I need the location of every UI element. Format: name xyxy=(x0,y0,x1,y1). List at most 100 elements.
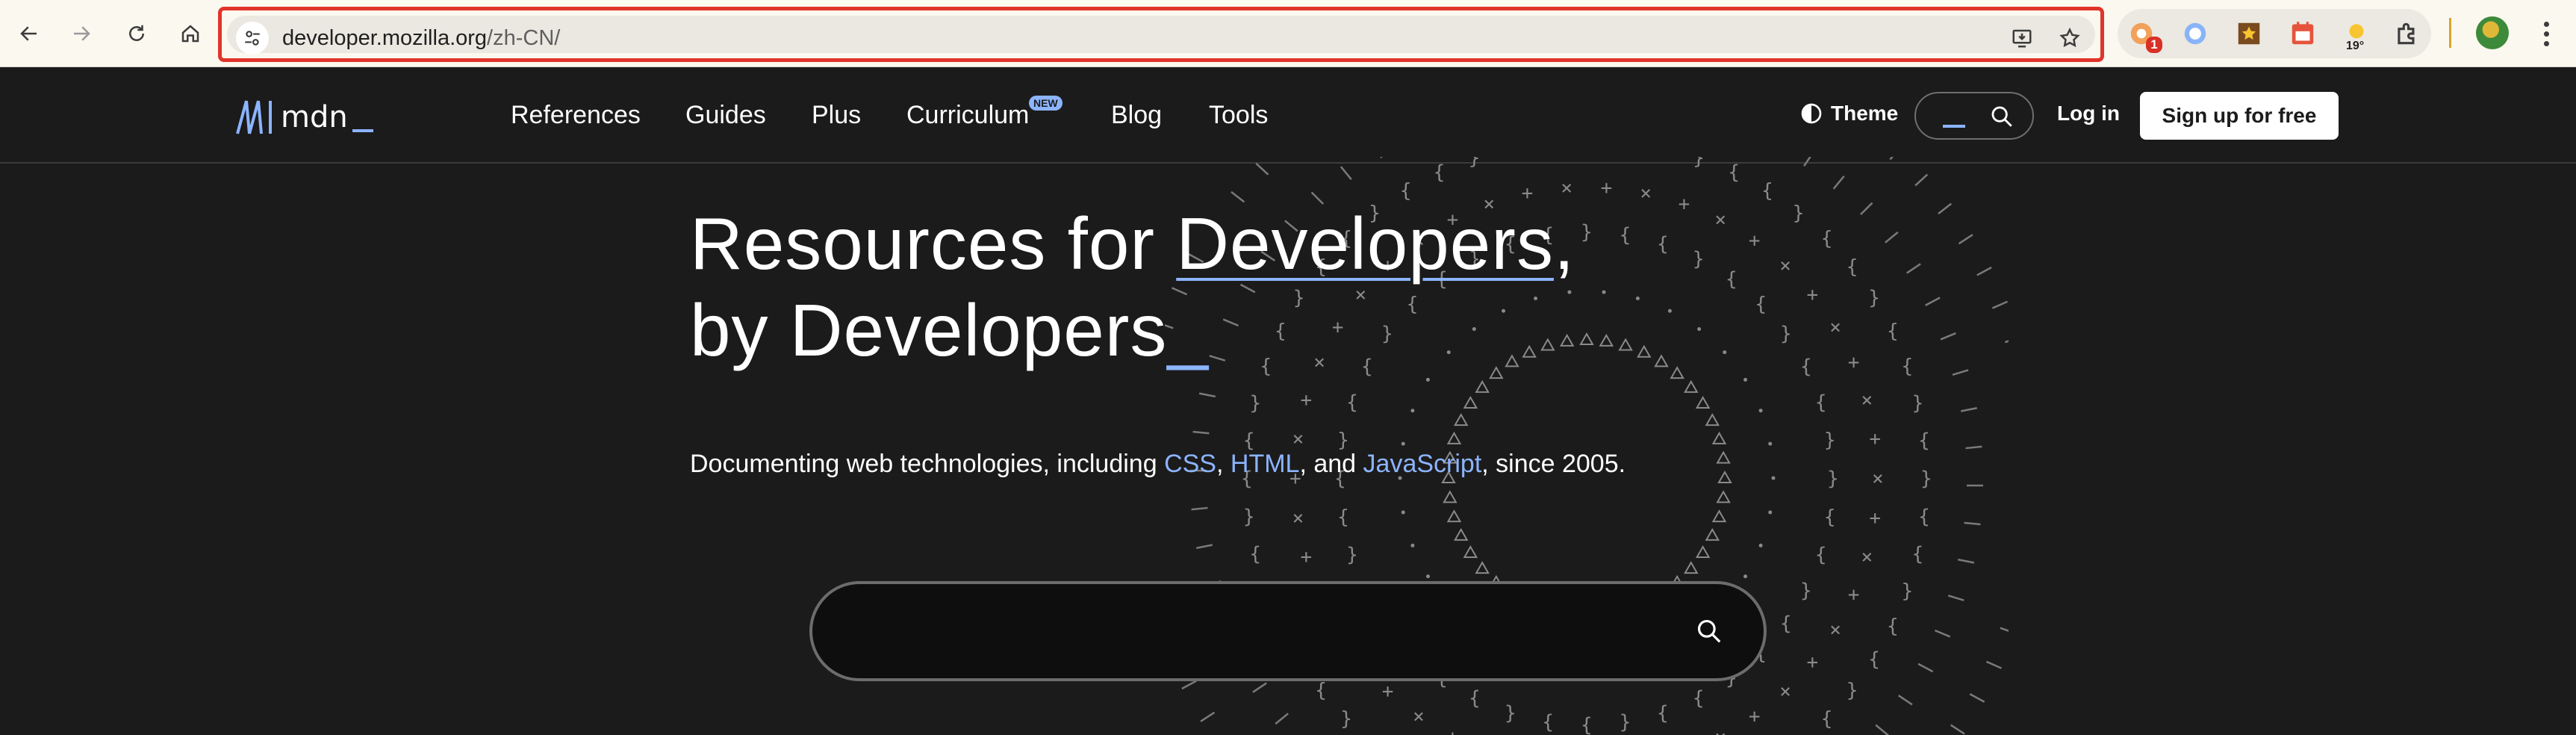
decor-mark xyxy=(1425,574,1430,579)
mdn-m-icon xyxy=(236,100,272,134)
decor-mark: { xyxy=(1887,615,1899,637)
decor-mark: } xyxy=(1780,323,1792,345)
decor-mark: { xyxy=(1346,391,1358,414)
hero-search-input[interactable] xyxy=(809,581,1767,681)
url-text[interactable]: developer.mozilla.org/zh-CN/ xyxy=(282,26,560,51)
decor-mark: { xyxy=(1657,233,1669,255)
decor-mark: } xyxy=(1824,429,1836,451)
decor-mark: + xyxy=(1447,726,1459,735)
decor-mark: { xyxy=(1243,429,1255,452)
decor-mark xyxy=(1654,354,1669,368)
back-button[interactable] xyxy=(9,13,49,54)
decor-mark xyxy=(1960,406,1977,412)
decor-mark: + xyxy=(1300,389,1312,412)
hero-title: Resources for Developers, by Developers_ xyxy=(690,200,1575,373)
html-link[interactable]: HTML xyxy=(1231,450,1300,478)
decor-mark xyxy=(1697,326,1702,331)
decor-mark xyxy=(1723,350,1727,355)
address-bar[interactable]: developer.mozilla.org/zh-CN/ xyxy=(218,7,2104,62)
circle-extension-icon xyxy=(2184,22,2206,45)
decor-mark xyxy=(1758,409,1763,413)
weather-extension-button[interactable]: 19° xyxy=(2342,19,2371,52)
site-info-button[interactable] xyxy=(236,22,269,55)
install-icon xyxy=(2012,29,2032,48)
extensions-menu-button[interactable] xyxy=(2392,19,2422,49)
decor-mark xyxy=(1950,724,1965,735)
circle-extension-button[interactable] xyxy=(2180,19,2210,49)
reload-button[interactable] xyxy=(116,13,157,54)
notification-extension-button[interactable]: 1 xyxy=(2127,19,2162,53)
nav-curriculum[interactable]: Curriculum xyxy=(906,101,1029,130)
forward-button[interactable] xyxy=(61,13,102,54)
decor-mark: { xyxy=(1337,506,1349,529)
decor-mark xyxy=(1425,377,1430,382)
decor-mark xyxy=(1940,332,1956,341)
decor-mark xyxy=(1200,711,1216,722)
puzzle-icon xyxy=(2398,22,2415,45)
decor-mark xyxy=(1771,476,1776,480)
decor-mark: { xyxy=(1400,180,1412,202)
decor-mark xyxy=(1618,338,1633,351)
nav-references[interactable]: References xyxy=(511,101,641,130)
decor-mark: } xyxy=(1243,506,1255,528)
mdn-logo[interactable]: mdn xyxy=(236,93,373,135)
decor-mark xyxy=(1380,157,1383,158)
star-extension-button[interactable] xyxy=(2234,19,2264,49)
decor-mark xyxy=(1684,379,1699,393)
decor-mark: { xyxy=(1505,157,1517,158)
nav-plus[interactable]: Plus xyxy=(812,101,861,130)
nav-tools[interactable]: Tools xyxy=(1209,101,1268,130)
profile-avatar[interactable] xyxy=(2476,16,2509,49)
decor-mark xyxy=(1768,510,1773,515)
nav-blog[interactable]: Blog xyxy=(1111,101,1162,130)
decor-mark xyxy=(1965,445,1982,450)
decor-mark xyxy=(1705,527,1720,541)
home-button[interactable] xyxy=(170,13,211,54)
decor-mark xyxy=(1958,234,1973,245)
url-host: developer.mozilla.org xyxy=(282,26,488,50)
decor-mark: } xyxy=(1800,580,1812,602)
decor-mark: } xyxy=(1249,392,1261,415)
css-link[interactable]: CSS xyxy=(1164,450,1216,478)
decor-mark xyxy=(1191,506,1208,511)
decor-mark: × xyxy=(1872,468,1884,490)
decor-mark: × xyxy=(1861,389,1873,412)
header-search[interactable] xyxy=(1914,92,2034,140)
decor-mark: { xyxy=(1912,543,1924,565)
signup-button[interactable]: Sign up for free xyxy=(2140,92,2339,140)
decor-mark: } xyxy=(1620,711,1631,734)
decor-mark xyxy=(1475,379,1490,393)
decor-mark: { xyxy=(1918,506,1930,528)
browser-menu-button[interactable] xyxy=(2531,15,2561,52)
decor-mark xyxy=(1410,543,1415,548)
decor-mark: { xyxy=(1815,391,1827,414)
decor-mark xyxy=(1991,300,2009,309)
calendar-extension-button[interactable] xyxy=(2288,19,2318,49)
login-link[interactable]: Log in xyxy=(2057,102,2120,125)
decor-mark: } xyxy=(1912,392,1924,415)
bookmark-button[interactable] xyxy=(2056,25,2083,52)
decor-mark xyxy=(1684,561,1699,574)
toolbar-divider xyxy=(2449,18,2451,48)
decor-mark: × xyxy=(1640,182,1652,205)
decor-mark: × xyxy=(1714,209,1726,232)
decor-mark xyxy=(1255,162,1269,176)
nav-guides[interactable]: Guides xyxy=(685,101,766,130)
decor-mark: + xyxy=(1869,507,1881,530)
decor-mark xyxy=(1446,509,1462,523)
theme-label: Theme xyxy=(1831,102,1899,125)
javascript-link[interactable]: JavaScript xyxy=(1363,450,1482,478)
decor-mark xyxy=(1889,157,1894,161)
decor-mark xyxy=(1667,308,1672,313)
theme-toggle[interactable]: Theme xyxy=(1799,102,1898,125)
decor-mark xyxy=(1443,490,1457,503)
decor-mark xyxy=(1985,660,2003,669)
search-icon[interactable] xyxy=(1695,617,1723,645)
decor-mark: { xyxy=(1887,320,1899,343)
decor-mark: × xyxy=(1861,546,1873,568)
decor-mark xyxy=(1252,682,1267,693)
decor-mark: { xyxy=(1542,711,1554,734)
decor-mark: + xyxy=(1382,680,1394,703)
install-app-button[interactable] xyxy=(2009,25,2035,52)
decor-mark: × xyxy=(1292,428,1304,450)
